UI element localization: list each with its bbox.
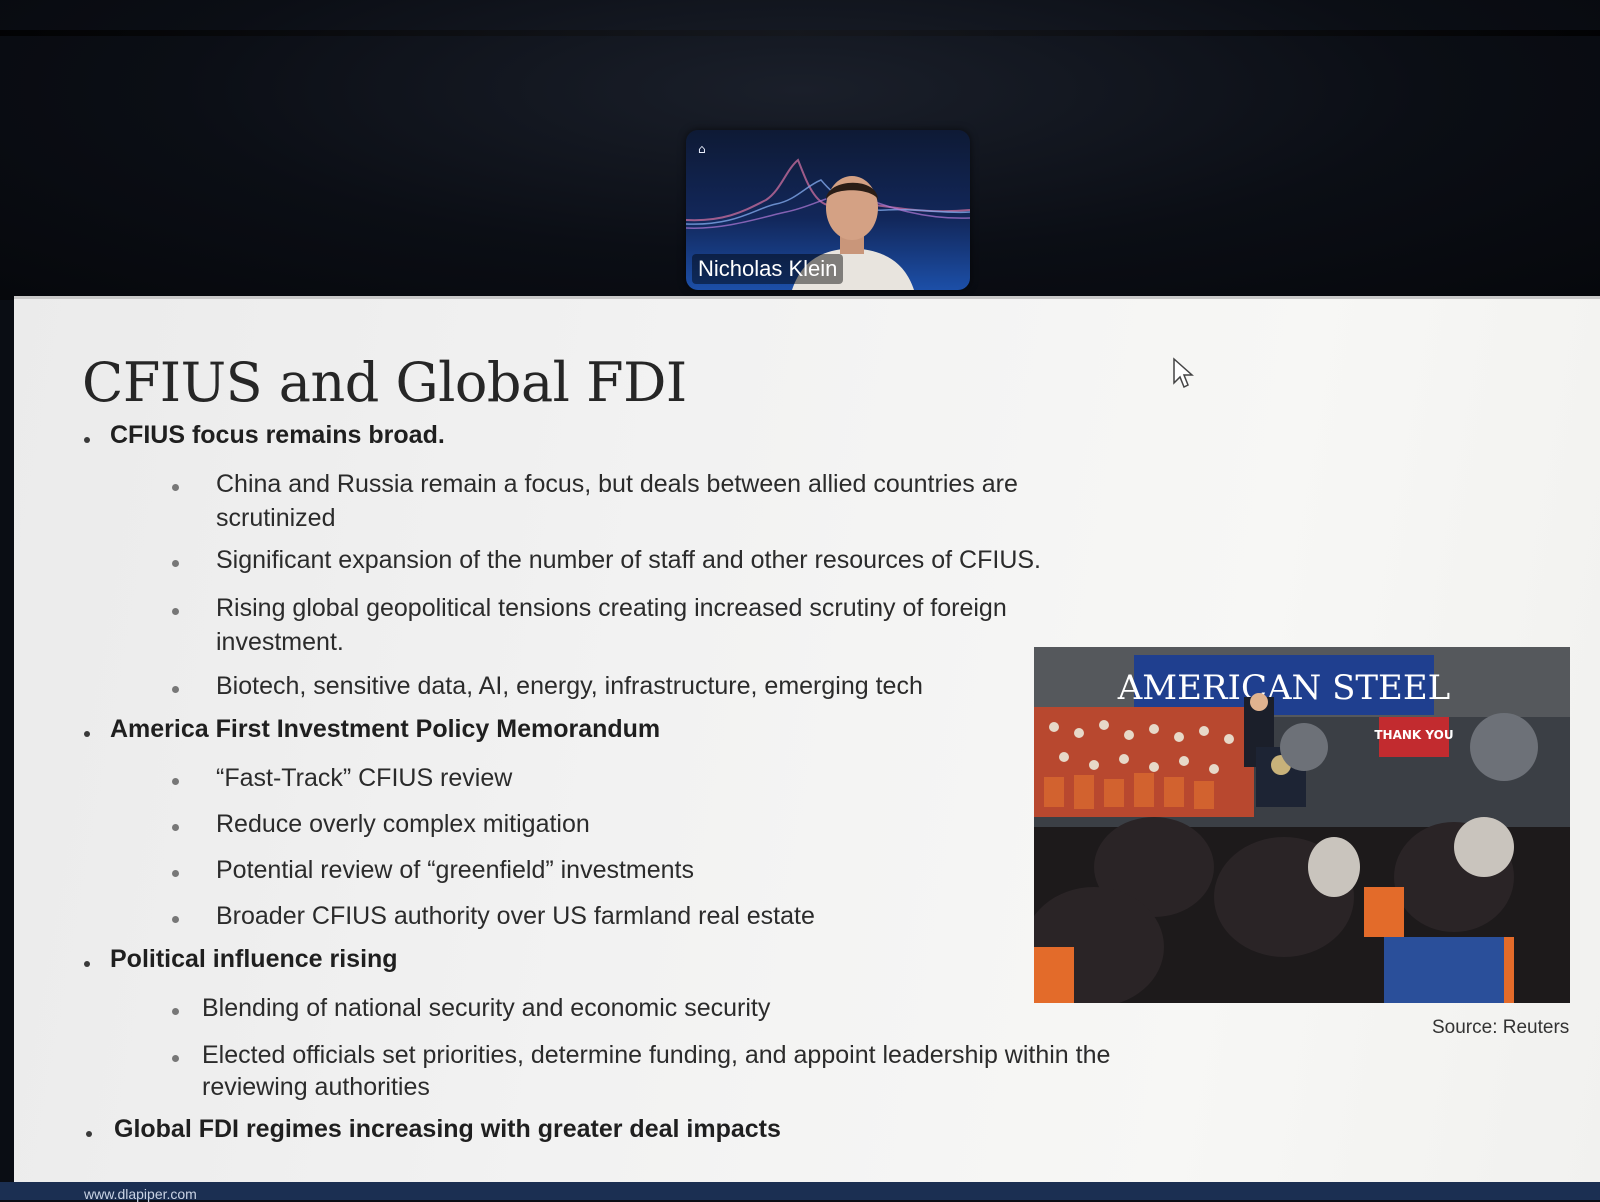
bullet-item-continuation: scrutinized [216,504,336,532]
sub-bullet-icon [172,916,179,923]
rally-photo-graphic: AMERICAN STEEL THANK YOU [1034,647,1570,1003]
bullet-item: Biotech, sensitive data, AI, energy, inf… [216,672,923,700]
bullet-item: Broader CFIUS authority over US farmland… [216,902,815,930]
sub-bullet-icon [172,484,179,491]
section-heading: CFIUS focus remains broad. [110,421,445,449]
bullet-item-continuation: reviewing authorities [202,1073,430,1101]
sub-bullet-icon [172,1055,179,1062]
bullet-icon [84,961,90,967]
sub-bullet-icon [172,870,179,877]
bullet-item: Elected officials set priorities, determ… [202,1041,1111,1069]
section-heading: America First Investment Policy Memorand… [110,715,661,743]
bullet-icon [86,1131,92,1137]
sub-bullet-icon [172,824,179,831]
bullet-icon [84,437,90,443]
bullet-item: Blending of national security and econom… [202,994,771,1022]
photo-caption: Source: Reuters [1432,1017,1570,1038]
participant-name-label: Nicholas Klein [692,254,844,284]
sub-bullet-icon [172,778,179,785]
section-heading: Global FDI regimes increasing with great… [114,1115,781,1143]
monitor-bezel [0,30,1600,36]
participant-video-tile[interactable]: ⌂ Nicholas Klein [686,130,970,290]
bullet-item-continuation: investment. [216,628,344,656]
bullet-icon [84,731,90,737]
sub-bullet-icon [172,560,179,567]
app-logo-icon: ⌂ [698,142,706,156]
sub-bullet-icon [172,1008,179,1015]
sub-bullet-icon [172,608,179,615]
bullet-item: Reduce overly complex mitigation [216,810,590,838]
sub-bullet-icon [172,686,179,693]
bullet-item: China and Russia remain a focus, but dea… [216,470,1018,498]
rally-photo: AMERICAN STEEL THANK YOU [1034,647,1570,1003]
slide-footer [0,1182,1600,1200]
presentation-slide: CFIUS and Global FDI CFIUS focus remains… [14,296,1600,1189]
bullet-item: Potential review of “greenfield” investm… [216,856,695,884]
section-heading: Political influence rising [110,945,398,973]
bullet-item: “Fast-Track” CFIUS review [216,764,513,792]
bullet-item: Significant expansion of the number of s… [216,546,1041,574]
banner-text: AMERICAN STEEL [1117,668,1451,708]
bullet-item: Rising global geopolitical tensions crea… [216,594,1007,622]
sign-text: THANK YOU [1374,728,1453,742]
